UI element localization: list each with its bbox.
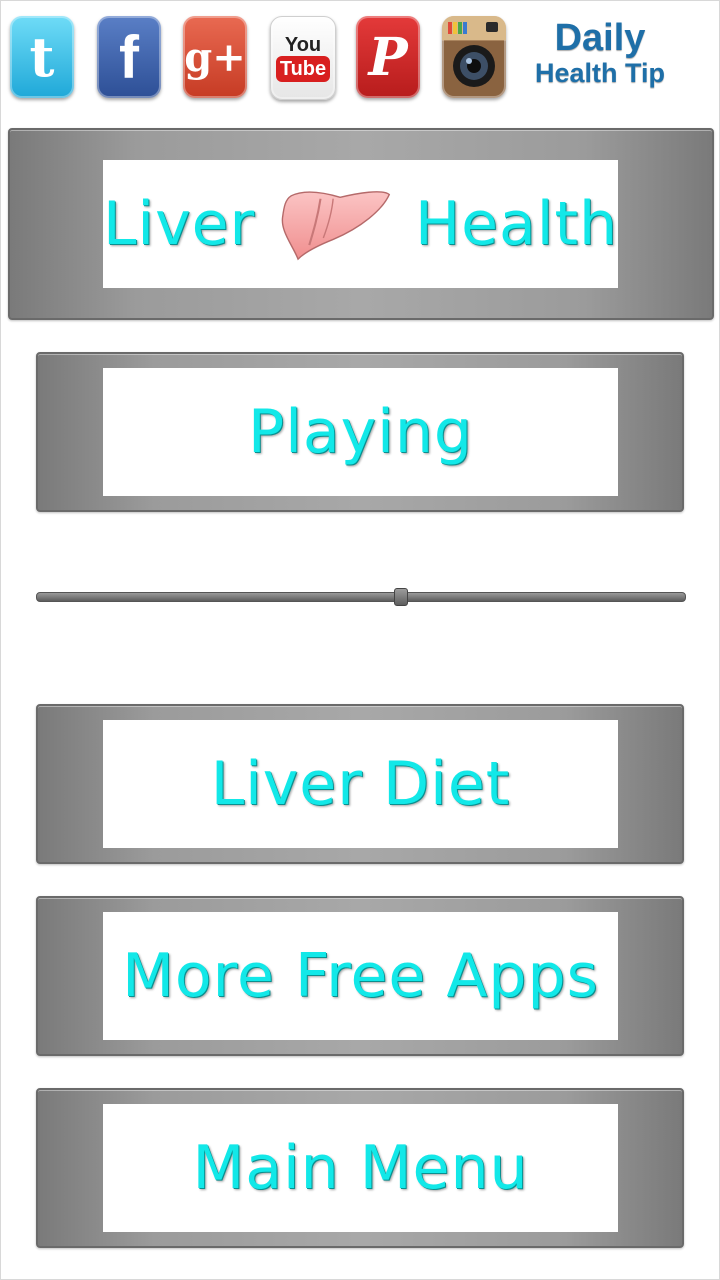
more-free-apps-label: More Free Apps [122, 941, 599, 1011]
title-panel: Liver Health [8, 128, 714, 320]
instagram-icon[interactable] [442, 16, 506, 98]
playing-panel[interactable]: Playing [36, 352, 684, 512]
seek-slider[interactable] [36, 588, 686, 606]
main-menu-panel[interactable]: Main Menu [36, 1088, 684, 1248]
facebook-icon[interactable]: f [97, 16, 161, 98]
liver-diet-button[interactable]: Liver Diet [103, 720, 618, 848]
daily-tip-line1: Daily [554, 17, 646, 59]
title-banner: Liver Health [103, 160, 618, 288]
title-right: Health [414, 189, 618, 259]
title-left: Liver [103, 189, 256, 259]
liver-diet-label: Liver Diet [210, 749, 511, 819]
youtube-icon[interactable]: You Tube [270, 16, 336, 100]
liver-icon [281, 191, 391, 261]
twitter-icon[interactable]: t [10, 16, 74, 98]
playing-button[interactable]: Playing [103, 368, 618, 496]
camera-lens-icon [442, 16, 506, 87]
main-menu-label: Main Menu [192, 1133, 529, 1203]
google-plus-icon[interactable]: g+ [183, 16, 247, 98]
main-menu-button[interactable]: Main Menu [103, 1104, 618, 1232]
seek-slider-thumb[interactable] [393, 588, 408, 606]
more-apps-panel[interactable]: More Free Apps [36, 896, 684, 1056]
pinterest-icon[interactable]: P [356, 16, 420, 98]
daily-health-tip-button[interactable]: Daily Health Tip [525, 18, 675, 88]
liver-diet-panel[interactable]: Liver Diet [36, 704, 684, 864]
daily-tip-line2: Health Tip [534, 58, 666, 88]
playing-label: Playing [248, 397, 473, 467]
more-free-apps-button[interactable]: More Free Apps [103, 912, 618, 1040]
